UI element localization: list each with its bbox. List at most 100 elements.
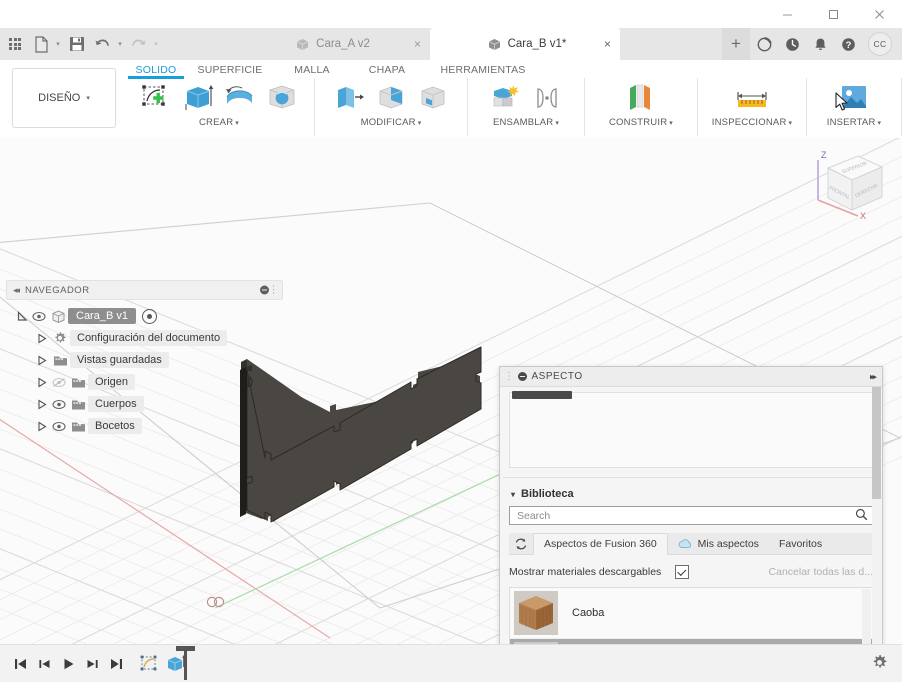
- panel-label-inspeccionar[interactable]: INSPECCIONAR ▾: [712, 117, 792, 128]
- timeline-settings-gear-icon[interactable]: [871, 654, 888, 674]
- step-forward-icon[interactable]: [80, 649, 104, 679]
- panel-label-ensamblar[interactable]: ENSAMBLAR ▾: [493, 117, 559, 128]
- tree-item-vistas-guardadas[interactable]: Vistas guardadas: [6, 349, 283, 371]
- show-downloadable-checkbox[interactable]: [675, 565, 690, 579]
- tree-item-label: Configuración del documento: [70, 330, 228, 346]
- step-back-icon[interactable]: [32, 649, 56, 679]
- play-icon[interactable]: [56, 649, 80, 679]
- tree-item-configuracion-documento[interactable]: Configuración del documento: [6, 327, 283, 349]
- appearance-dialog[interactable]: ⋮ ASPECTO ▸▸ ▾ Biblioteca Search Aspecto…: [499, 366, 883, 644]
- panel-label-modificar[interactable]: MODIFICAR ▾: [361, 117, 422, 128]
- applied-appearance-swatch[interactable]: [512, 391, 572, 399]
- browser-grip-icon[interactable]: ⋮: [269, 285, 280, 296]
- library-tab-my-appearances[interactable]: Mis aspectos: [668, 533, 769, 554]
- library-search-box[interactable]: [509, 506, 873, 525]
- minimize-icon[interactable]: [764, 0, 810, 28]
- revolve-icon[interactable]: [220, 79, 260, 117]
- create-sketch-icon[interactable]: [136, 79, 176, 117]
- redo-caret-icon[interactable]: ▾: [150, 28, 162, 60]
- appearance-list-scrollbar[interactable]: [862, 589, 871, 644]
- library-tab-fusion-appearances[interactable]: Aspectos de Fusion 360: [533, 533, 668, 555]
- tree-item-origen[interactable]: Origen: [6, 371, 283, 393]
- close-icon[interactable]: [856, 0, 902, 28]
- ribbon-tab-superficie[interactable]: SUPERFICIE: [187, 60, 273, 78]
- fillet-icon[interactable]: [371, 79, 411, 117]
- library-section-header[interactable]: ▾ Biblioteca: [500, 478, 882, 506]
- library-tab-favorites[interactable]: Favoritos: [769, 533, 832, 554]
- redo-icon[interactable]: [126, 28, 150, 60]
- tree-item-cuerpos[interactable]: Cuerpos: [6, 393, 283, 415]
- press-pull-icon[interactable]: [329, 79, 369, 117]
- search-input[interactable]: [515, 508, 855, 523]
- expand-triangle-icon[interactable]: [34, 355, 50, 366]
- appearance-list-item[interactable]: Caoba: [510, 588, 872, 639]
- dialog-scrollbar[interactable]: [872, 387, 881, 644]
- tree-item-bocetos[interactable]: Bocetos: [6, 415, 283, 437]
- browser-header[interactable]: ◂◂ NAVEGADOR ⋮: [6, 280, 283, 300]
- new-component-icon[interactable]: [485, 79, 525, 117]
- expand-triangle-icon[interactable]: [34, 333, 50, 344]
- measure-icon[interactable]: [732, 79, 772, 117]
- applied-appearances-area[interactable]: [509, 391, 873, 468]
- tab-close-icon[interactable]: ×: [604, 38, 611, 50]
- workspace-selector[interactable]: DISEÑO ▾: [12, 68, 116, 128]
- timeline-marker[interactable]: [176, 646, 195, 680]
- help-icon[interactable]: ?: [834, 28, 862, 60]
- dialog-title-bar[interactable]: ⋮ ASPECTO ▸▸: [500, 367, 882, 387]
- shell-icon[interactable]: [413, 79, 453, 117]
- dialog-collapse-icon[interactable]: [517, 372, 527, 381]
- tab-close-icon[interactable]: ×: [414, 38, 421, 50]
- ribbon-tab-malla[interactable]: MALLA: [273, 60, 351, 78]
- save-icon[interactable]: [64, 28, 90, 60]
- view-cube[interactable]: Z X SUPERIOR FRONTAL DERECHA: [804, 144, 888, 226]
- cancel-all-downloads-link[interactable]: Cancelar todas las d...: [769, 566, 873, 578]
- undo-caret-icon[interactable]: ▾: [114, 28, 126, 60]
- maximize-icon[interactable]: [810, 0, 856, 28]
- tree-item-root[interactable]: Cara_B v1: [6, 305, 283, 327]
- panel-label-insertar[interactable]: INSERTAR ▾: [827, 117, 881, 128]
- expand-triangle-icon[interactable]: [34, 421, 50, 432]
- scrollbar-thumb[interactable]: [872, 387, 881, 499]
- go-to-end-icon[interactable]: [104, 649, 128, 679]
- new-document-plus-icon[interactable]: +: [722, 28, 750, 60]
- recent-clock-icon[interactable]: [778, 28, 806, 60]
- appearance-list[interactable]: Caoba: [509, 587, 873, 644]
- 3d-viewport[interactable]: ◂◂ NAVEGADOR ⋮ Cara_B v1 Configuración d…: [0, 138, 902, 644]
- apps-grid-icon[interactable]: [0, 28, 30, 60]
- sketch-feature-icon[interactable]: [136, 649, 162, 679]
- sphere-icon[interactable]: [262, 79, 302, 117]
- expand-triangle-icon[interactable]: [14, 310, 30, 322]
- expand-triangle-icon[interactable]: [34, 399, 50, 410]
- search-icon[interactable]: [855, 508, 868, 524]
- avatar[interactable]: CC: [868, 32, 892, 56]
- notifications-bell-icon[interactable]: [806, 28, 834, 60]
- offset-plane-icon[interactable]: [621, 79, 661, 117]
- ribbon-panel-construir: CONSTRUIR ▾: [584, 78, 697, 136]
- activate-radio-icon[interactable]: [141, 308, 157, 324]
- material-thumbnail-caoba: [514, 591, 558, 635]
- job-status-icon[interactable]: [750, 28, 778, 60]
- joint-icon[interactable]: [527, 79, 567, 117]
- ribbon-tab-chapa[interactable]: CHAPA: [351, 60, 423, 78]
- eye-visible-icon[interactable]: [30, 311, 48, 322]
- eye-visible-icon[interactable]: [50, 421, 68, 432]
- eye-visible-icon[interactable]: [50, 399, 68, 410]
- collapse-icon[interactable]: ◂◂: [13, 285, 20, 296]
- file-menu-caret-icon[interactable]: ▾: [52, 28, 64, 60]
- expand-triangle-icon[interactable]: [34, 377, 50, 388]
- document-tab-cara-a[interactable]: Cara_A v2 ×: [232, 28, 430, 60]
- undo-icon[interactable]: [90, 28, 114, 60]
- appearance-list-item[interactable]: Cerezo: [510, 639, 872, 644]
- go-to-beginning-icon[interactable]: [8, 649, 32, 679]
- refresh-icon[interactable]: [509, 533, 533, 554]
- file-new-icon[interactable]: [30, 28, 52, 60]
- panel-label-crear[interactable]: CREAR ▾: [199, 117, 239, 128]
- document-tab-cara-b[interactable]: Cara_B v1* ×: [430, 28, 620, 60]
- timeline-bar: [0, 644, 902, 682]
- dialog-grip-icon[interactable]: ⋮: [504, 371, 515, 382]
- extrude-icon[interactable]: [178, 79, 218, 117]
- panel-label-construir[interactable]: CONSTRUIR ▾: [609, 117, 673, 128]
- ribbon-tab-herramientas[interactable]: HERRAMIENTAS: [423, 60, 543, 78]
- eye-hidden-icon[interactable]: [50, 377, 68, 388]
- dialog-forward-icon[interactable]: ▸▸: [870, 371, 877, 382]
